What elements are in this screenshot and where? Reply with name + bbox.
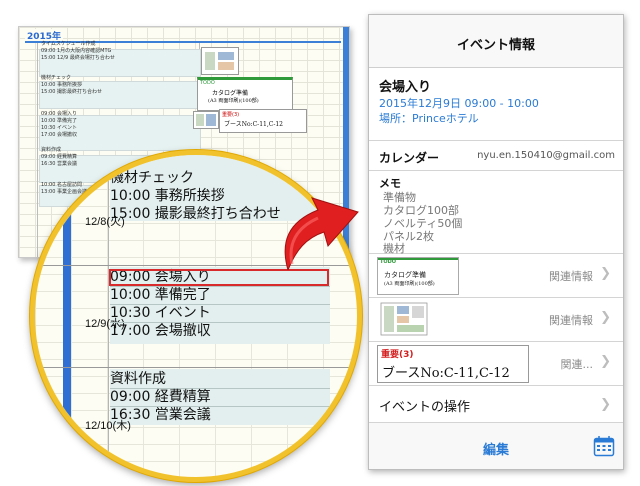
- todo-label: TODO: [200, 80, 215, 86]
- chevron-right-icon: ❯: [600, 354, 611, 369]
- curved-arrow-icon: [284, 197, 359, 270]
- magnifier-blue-bar: [63, 155, 71, 477]
- handwritten-note: (A3 両面印刷)(100部): [208, 98, 259, 104]
- related-label: 関連情報: [549, 314, 593, 327]
- floor-map-icon: [380, 302, 428, 336]
- handwritten-note: カタログ準備: [212, 90, 249, 97]
- todo-label: TODO: [380, 259, 397, 265]
- todo-thumbnail: TODO カタログ準備 (A3 両面印刷)(100部): [377, 257, 459, 295]
- important-thumbnail: 重要(3) ブースNo:C-11,C-12: [377, 345, 529, 383]
- handwritten-note: カタログ準備: [384, 271, 426, 279]
- schedule-line: 10:00 準備完了: [110, 287, 211, 303]
- planner-line: 10:30 イベント: [41, 125, 77, 131]
- important-text: ブースNo:C-11,C-12: [224, 121, 283, 128]
- schedule-line: 機材チェック: [110, 170, 194, 186]
- planner-line: タイムスケジュール作成: [41, 41, 96, 47]
- related-item-important[interactable]: 重要(3) ブースNo:C-11,C-12 関連... ❯: [369, 342, 623, 386]
- event-time: 2015年12月9日 09:00 - 10:00: [379, 97, 539, 110]
- schedule-line: 17:00 会場撤収: [110, 323, 211, 339]
- chevron-right-icon: ❯: [600, 266, 611, 281]
- calendar-icon[interactable]: [593, 435, 615, 457]
- event-detail-screen: イベント情報 会場入り 2015年12月9日 09:00 - 10:00 場所：…: [368, 14, 624, 470]
- chevron-right-icon: ❯: [600, 397, 611, 412]
- schedule-line: 10:30 イベント: [110, 305, 211, 321]
- event-operations-row[interactable]: イベントの操作 ❯: [369, 386, 623, 423]
- memo-label: メモ: [379, 177, 401, 190]
- planner-line: 15:00 12/9 最終会場打ち合わせ: [41, 55, 115, 61]
- planner-line: 17:00 会場撤収: [41, 132, 77, 138]
- map-thumbnail: [201, 47, 239, 75]
- event-place: 場所：Princeホテル: [379, 112, 479, 125]
- calendar-label: カレンダー: [379, 151, 440, 165]
- calendar-row: カレンダー nyu.en.150410@gmail.com: [369, 141, 623, 171]
- calendar-value: nyu.en.150410@gmail.com: [477, 150, 615, 161]
- handwritten-note: (A3 両面印刷)(100部): [384, 281, 435, 287]
- schedule-line: 09:00 経費精算: [110, 389, 211, 405]
- memo-line: カタログ100部: [383, 204, 459, 217]
- related-label: 関連情報: [549, 270, 593, 283]
- memo-section: メモ 準備物 カタログ100部 ノベルティ50個 パネル2枚 機材: [369, 171, 623, 255]
- planner-line: 09:00 経費精算: [41, 154, 77, 160]
- planner-line: 09:00 会場入り: [41, 111, 77, 117]
- map-thumbnail: [193, 111, 219, 129]
- schedule-line: 16:30 営業会議: [110, 407, 211, 423]
- schedule-line: 資料作成: [110, 371, 166, 387]
- important-label: 重要(3): [381, 350, 414, 360]
- map-thumbnail: [377, 301, 457, 337]
- related-label: 関連...: [560, 358, 594, 371]
- planner-line: 09:00 1月の大阪内容確認MTG: [41, 48, 112, 54]
- selection-highlight: [109, 269, 329, 286]
- nav-bar: イベント情報: [369, 15, 623, 68]
- planner-line: 16:30 営業会議: [41, 161, 77, 167]
- date-label-dec8: 12/8(火): [85, 216, 125, 228]
- planner-line: 15:00 撮影最終打ち合わせ: [41, 89, 102, 95]
- related-item-map[interactable]: 関連情報 ❯: [369, 298, 623, 342]
- related-item-todo[interactable]: TODO カタログ準備 (A3 両面印刷)(100部) 関連情報 ❯: [369, 254, 623, 298]
- nav-title: イベント情報: [456, 38, 535, 53]
- floor-map-icon: [196, 114, 216, 126]
- important-text: ブースNo:C-11,C-12: [382, 366, 510, 381]
- event-operations-label: イベントの操作: [379, 400, 471, 415]
- planner-line: 10:00 事務所挨拶: [41, 82, 82, 88]
- chevron-right-icon: ❯: [600, 310, 611, 325]
- event-header: 会場入り 2015年12月9日 09:00 - 10:00 場所：Princeホ…: [369, 68, 623, 141]
- bottom-toolbar: 編集: [369, 423, 623, 469]
- important-thumbnail: 重要(3) ブースNo:C-11,C-12: [219, 109, 307, 133]
- schedule-line: 10:00 事務所挨拶: [110, 188, 225, 204]
- todo-thumbnail: TODO カタログ準備 (A3 両面印刷)(100部): [197, 77, 293, 111]
- important-label: 重要(3): [222, 112, 240, 118]
- planner-line: 10:00 準備完了: [41, 118, 77, 124]
- planner-line: 機材チェック: [41, 75, 72, 81]
- event-title: 会場入り: [379, 80, 432, 95]
- planner-line: 資料作成: [41, 147, 62, 153]
- day-divider: [35, 367, 357, 368]
- memo-line: 準備物: [383, 191, 416, 204]
- memo-line: ノベルティ50個: [383, 217, 463, 230]
- edit-button[interactable]: 編集: [369, 439, 623, 458]
- column-line: [37, 43, 38, 257]
- floor-map-icon: [205, 52, 234, 70]
